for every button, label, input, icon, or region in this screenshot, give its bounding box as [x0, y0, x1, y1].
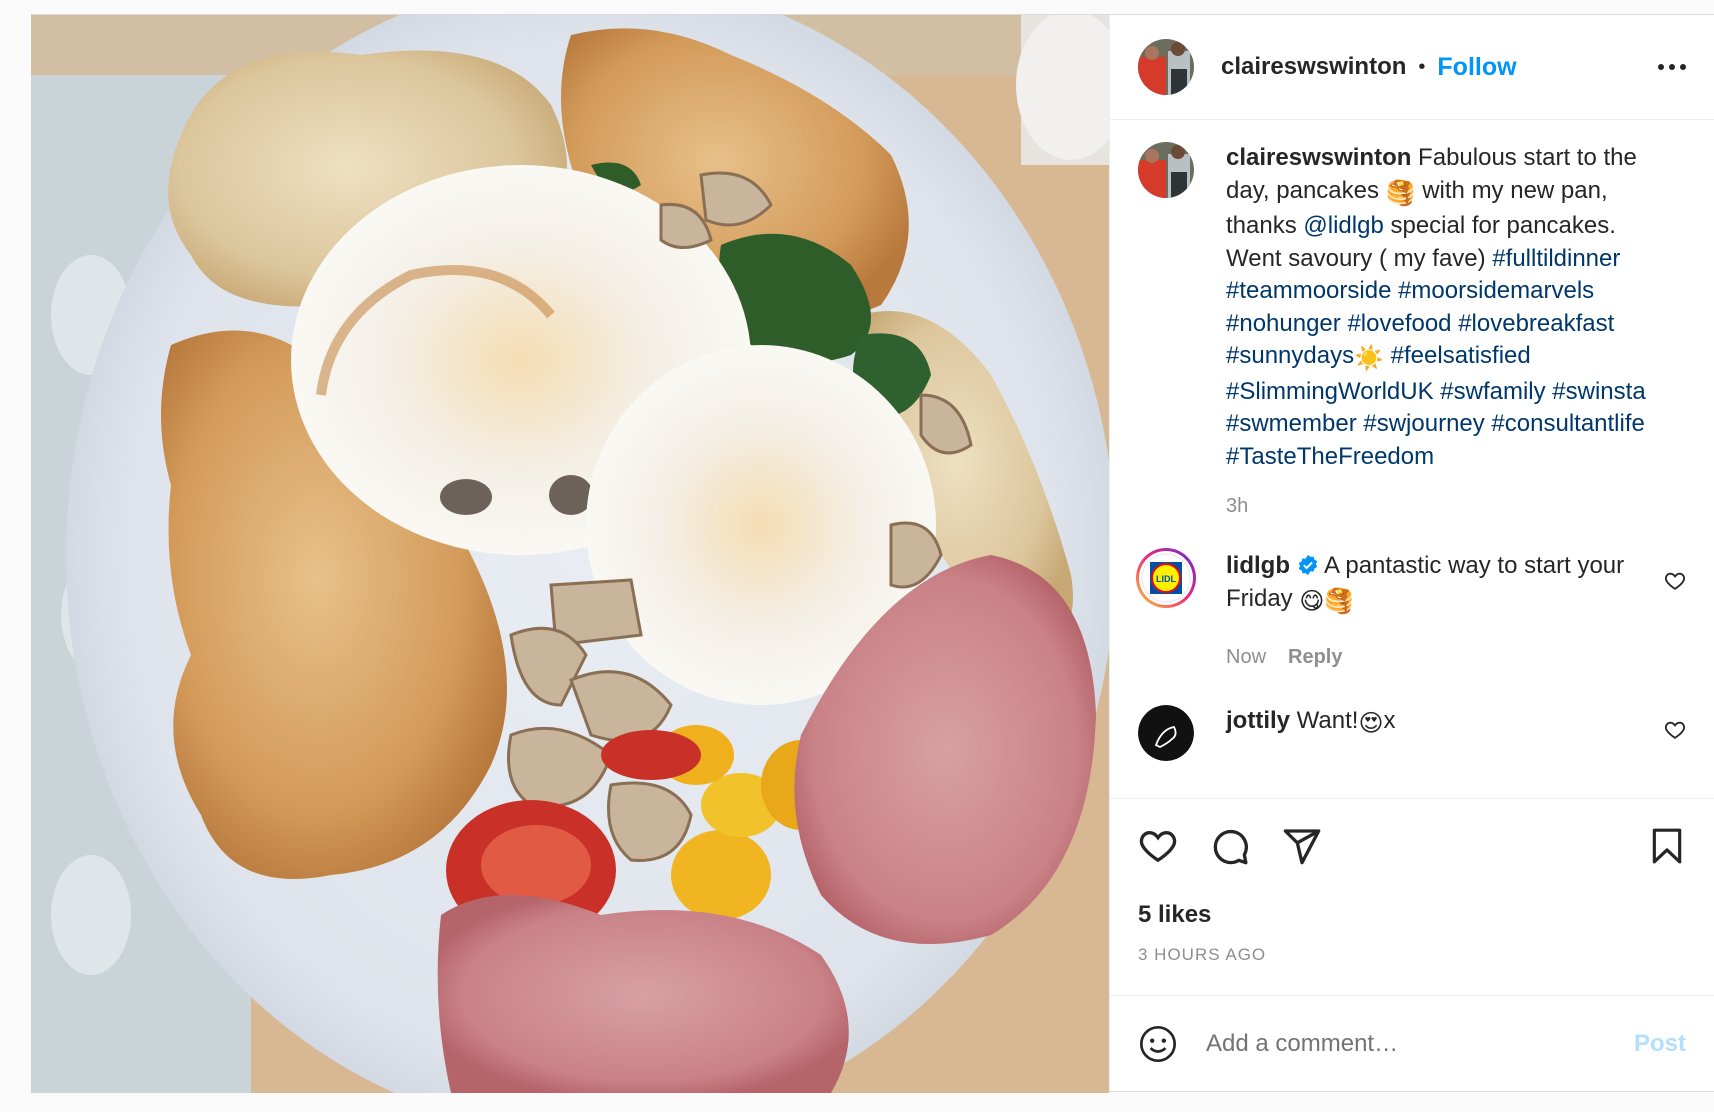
mention-link[interactable]: @lidlgb	[1303, 212, 1383, 239]
sun-emoji: ☀️	[1354, 345, 1384, 372]
emoji-picker-icon[interactable]	[1138, 1024, 1178, 1064]
comment-emoji: 😍	[1358, 710, 1384, 737]
paper-plane-icon[interactable]	[1282, 826, 1322, 866]
caption-username[interactable]: claireswswinton	[1226, 144, 1411, 171]
author-avatar[interactable]	[1138, 39, 1194, 95]
action-bar	[1110, 798, 1714, 893]
post-header: claireswswinton • Follow	[1110, 15, 1714, 120]
add-comment-bar: Post	[1110, 995, 1714, 1091]
post-sidebar: claireswswinton • Follow claireswswinton…	[1109, 15, 1714, 1091]
verified-badge-icon	[1298, 554, 1317, 576]
separator-dot: •	[1418, 55, 1426, 78]
caption-text: claireswswinton Fabulous start to the da…	[1226, 142, 1656, 473]
post-timestamp[interactable]: 3 HOURS AGO	[1110, 937, 1714, 973]
bookmark-icon[interactable]	[1648, 827, 1686, 865]
comment-body: Want!	[1290, 707, 1359, 734]
comments-list[interactable]: claireswswinton Fabulous start to the da…	[1110, 120, 1714, 798]
author-avatar-image	[1138, 39, 1194, 95]
comment-username[interactable]: lidlgb	[1226, 552, 1290, 579]
reply-button[interactable]: Reply	[1288, 646, 1342, 668]
caption-time[interactable]: 3h	[1226, 495, 1656, 518]
heart-icon[interactable]	[1138, 826, 1178, 866]
comment-input[interactable]	[1204, 1028, 1634, 1059]
more-options-icon[interactable]	[1658, 64, 1686, 70]
pancake-emoji: 🥞	[1385, 179, 1416, 207]
comment-text: jottily Want!😍x	[1226, 705, 1656, 741]
post-dialog: claireswswinton • Follow claireswswinton…	[31, 14, 1714, 1093]
lidl-avatar[interactable]: LIDL	[1135, 547, 1197, 609]
likes-count[interactable]: 5 likes	[1110, 893, 1714, 937]
comment-item: jottily Want!😍x	[1138, 705, 1686, 761]
breakfast-photo	[31, 15, 1109, 1093]
like-comment-heart-icon[interactable]	[1664, 570, 1686, 592]
post-image[interactable]	[31, 15, 1109, 1093]
comment-body-end: x	[1383, 707, 1396, 734]
post-comment-button[interactable]: Post	[1634, 1030, 1686, 1058]
jottily-avatar-image	[1138, 705, 1194, 761]
comment-username[interactable]: jottily	[1226, 707, 1290, 734]
like-comment-heart-icon[interactable]	[1664, 719, 1686, 741]
follow-button[interactable]: Follow	[1437, 53, 1516, 82]
author-username[interactable]: claireswswinton	[1221, 53, 1406, 81]
caption-avatar[interactable]	[1138, 142, 1194, 198]
jottily-avatar[interactable]	[1138, 705, 1194, 761]
caption-avatar-image	[1138, 142, 1194, 198]
comment-meta: Now Reply	[1226, 646, 1656, 669]
comment-item: LIDL lidlgb A pantastic way to start you…	[1135, 547, 1686, 669]
comment-icon[interactable]	[1210, 826, 1250, 866]
comment-emoji: 😋🥞	[1299, 587, 1355, 615]
comment-text: lidlgb A pantastic way to start your Fri…	[1226, 550, 1656, 618]
lidl-logo-icon: LIDL	[1136, 548, 1196, 608]
comment-time[interactable]: Now	[1226, 646, 1266, 668]
caption: claireswswinton Fabulous start to the da…	[1138, 142, 1686, 518]
lidl-logo-text: LIDL	[1156, 574, 1176, 584]
